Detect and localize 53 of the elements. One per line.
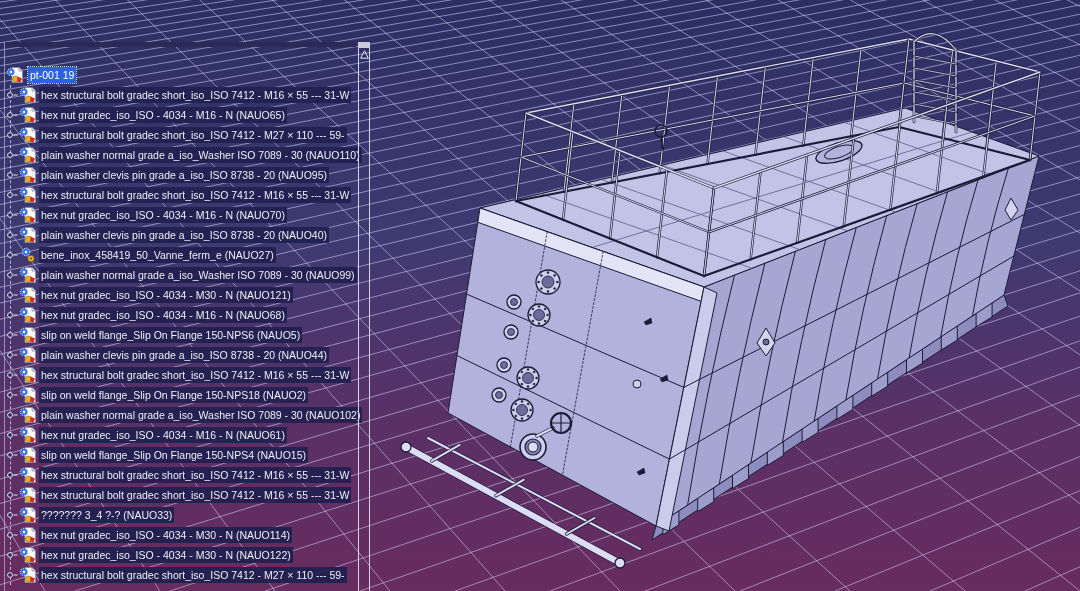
document-gear-icon <box>19 446 37 464</box>
scrollbar[interactable] <box>358 42 370 591</box>
tree-item[interactable]: pt-001 19 <box>28 67 77 83</box>
document-gear-icon <box>19 266 37 284</box>
document-gear-icon <box>19 106 37 124</box>
document-gear-icon <box>19 306 37 324</box>
document-gear-icon <box>19 406 37 424</box>
tree-item[interactable]: plain washer clevis pin grade a_iso_ISO 8738 - 20 (NAUO95) <box>39 167 329 183</box>
tree-item[interactable]: plain washer clevis pin grade a_iso_ISO 8738 - 20 (NAUO40) <box>39 227 329 243</box>
tree-item[interactable]: hex structural bolt gradec short_iso_ISO 7412 - M27 × 110 --- 59- <box>39 127 347 143</box>
document-gear-icon <box>19 326 37 344</box>
tree-item[interactable]: hex nut gradec_iso_ISO - 4034 - M16 - N (NAUO70) <box>39 207 287 223</box>
tree-item[interactable]: hex structural bolt gradec short_iso_ISO 7412 - M16 × 55 --- 31-W <box>39 187 352 203</box>
document-gear-icon <box>19 86 37 104</box>
document-gear-icon <box>19 526 37 544</box>
document-gear-icon <box>19 506 37 524</box>
tree-item[interactable]: hex nut gradec_iso_ISO - 4034 - M30 - N (NAUO122) <box>39 547 293 563</box>
document-gear-icon <box>19 186 37 204</box>
document-gear-icon <box>19 226 37 244</box>
tree-item[interactable]: slip on weld flange_Slip On Flange 150-NPS18 (NAUO2) <box>39 387 308 403</box>
tree-item[interactable]: hex nut gradec_iso_ISO - 4034 - M30 - N (NAUO121) <box>39 287 293 303</box>
document-gear-icon <box>19 126 37 144</box>
tree-item[interactable]: plain washer clevis pin grade a_iso_ISO 8738 - 20 (NAUO44) <box>39 347 329 363</box>
document-gear-icon <box>19 346 37 364</box>
document-gear-icon <box>19 486 37 504</box>
document-gear-icon <box>19 566 37 584</box>
document-gear-icon <box>19 366 37 384</box>
scroll-up-arrow-icon[interactable] <box>359 50 369 59</box>
tree-item[interactable]: hex nut gradec_iso_ISO - 4034 - M30 - N (NAUO114) <box>39 527 292 543</box>
tree-item[interactable]: ??????? 3_4 ?-? (NAUO33) <box>39 507 175 523</box>
document-gear-icon <box>19 546 37 564</box>
tree-item[interactable]: hex structural bolt gradec short_iso_ISO 7412 - M16 × 55 --- 31-W <box>39 367 352 383</box>
tree-item[interactable]: plain washer normal grade a_iso_Washer ISO 7089 - 30 (NAUO99) <box>39 267 357 283</box>
tree-item[interactable]: hex nut gradec_iso_ISO - 4034 - M16 - N (NAUO61) <box>39 427 287 443</box>
tree-item[interactable]: hex structural bolt gradec short_iso_ISO 7412 - M27 × 110 --- 59- <box>39 567 347 583</box>
tree-item[interactable]: hex structural bolt gradec short_iso_ISO 7412 - M16 × 55 --- 31-W <box>39 487 352 503</box>
document-gear-icon <box>19 466 37 484</box>
document-gear-icon <box>6 66 24 84</box>
tree-item[interactable]: hex structural bolt gradec short_iso_ISO 7412 - M16 × 55 --- 31-W <box>39 87 352 103</box>
document-gear-icon <box>19 206 37 224</box>
tree-item[interactable]: plain washer normal grade a_iso_Washer ISO 7089 - 30 (NAUO110) <box>39 147 362 163</box>
tree-item[interactable]: hex nut gradec_iso_ISO - 4034 - M16 - N (NAUO68) <box>39 307 287 323</box>
document-gear-icon <box>19 426 37 444</box>
tree-item[interactable]: slip on weld flange_Slip On Flange 150-NPS4 (NAUO15) <box>39 447 308 463</box>
tree-item[interactable]: slip on weld flange_Slip On Flange 150-NPS6 (NAUO5) <box>39 327 303 343</box>
document-gear-icon <box>19 166 37 184</box>
gears-icon <box>19 246 37 264</box>
document-gear-icon <box>19 146 37 164</box>
tree-item[interactable]: bene_inox_458419_50_Vanne_ferm_e (NAUO27) <box>39 247 276 263</box>
tree-item[interactable]: hex structural bolt gradec short_iso_ISO 7412 - M16 × 55 --- 31-W <box>39 467 352 483</box>
document-gear-icon <box>19 386 37 404</box>
document-gear-icon <box>19 286 37 304</box>
tree-item[interactable]: hex nut gradec_iso_ISO - 4034 - M16 - N (NAUO65) <box>39 107 287 123</box>
